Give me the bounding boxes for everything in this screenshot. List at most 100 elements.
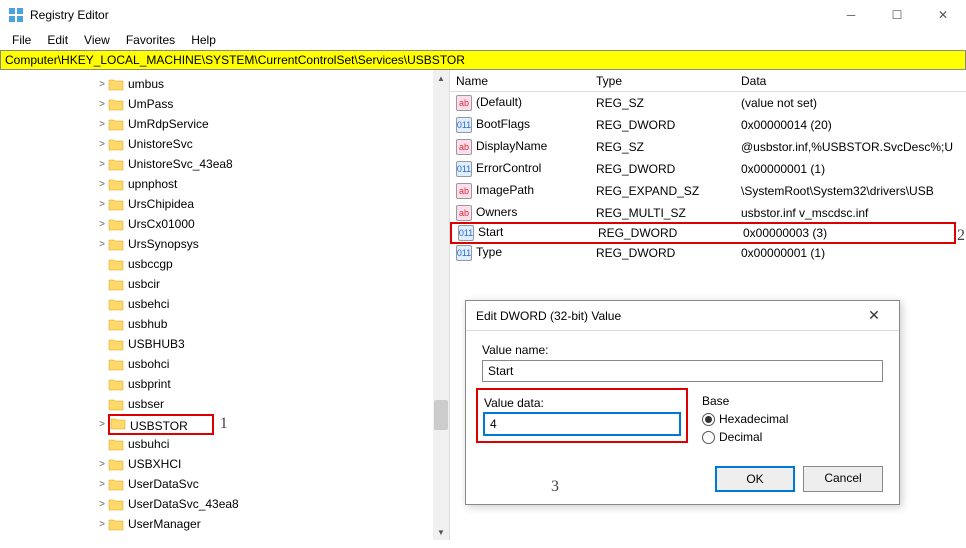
tree-item-label: usbehci (128, 297, 169, 311)
chevron-right-icon[interactable]: > (96, 479, 108, 490)
chevron-right-icon[interactable]: > (96, 519, 108, 530)
tree-item-label: UnistoreSvc_43ea8 (128, 157, 233, 171)
tree-item-umrdpservice[interactable]: >UmRdpService (0, 114, 449, 134)
tree-item-usbstor[interactable]: >USBSTOR1 (0, 414, 449, 434)
value-data: 0x00000003 (3) (737, 225, 954, 241)
chevron-right-icon[interactable]: > (96, 99, 108, 110)
chevron-right-icon[interactable]: > (96, 79, 108, 90)
tree-item-usbser[interactable]: usbser (0, 394, 449, 414)
tree-item-usbhub3[interactable]: USBHUB3 (0, 334, 449, 354)
value-data: 0x00000001 (1) (735, 245, 966, 261)
tree-item-urscx01000[interactable]: >UrsCx01000 (0, 214, 449, 234)
folder-icon (108, 397, 124, 411)
tree-item-usbcir[interactable]: usbcir (0, 274, 449, 294)
ok-button[interactable]: OK (715, 466, 795, 492)
chevron-right-icon[interactable]: > (96, 159, 108, 170)
tree-item-umpass[interactable]: > UmPass (0, 94, 449, 114)
address-bar[interactable]: Computer\HKEY_LOCAL_MACHINE\SYSTEM\Curre… (0, 50, 966, 70)
value-type: REG_DWORD (590, 117, 735, 133)
close-button[interactable]: ✕ (920, 0, 966, 30)
menu-help[interactable]: Help (183, 31, 224, 49)
scroll-thumb[interactable] (434, 400, 448, 430)
value-name-label: Value name: (482, 343, 883, 357)
tree-item-usbxhci[interactable]: >USBXHCI (0, 454, 449, 474)
tree-item-label: UserDataSvc_43ea8 (128, 497, 239, 511)
dialog-title-text: Edit DWORD (32-bit) Value (476, 309, 859, 323)
minimize-button[interactable]: ─ (828, 0, 874, 30)
tree-item-usbccgp[interactable]: usbccgp (0, 254, 449, 274)
tree-item-upnphost[interactable]: >upnphost (0, 174, 449, 194)
value-type-icon: ab (456, 183, 472, 199)
tree-item-unistoresvc_43ea8[interactable]: > UnistoreSvc_43ea8 (0, 154, 449, 174)
scroll-down-icon[interactable]: ▼ (433, 524, 449, 540)
folder-icon (108, 257, 124, 271)
menu-view[interactable]: View (76, 31, 118, 49)
value-data: 0x00000001 (1) (735, 161, 966, 177)
chevron-right-icon[interactable]: > (96, 179, 108, 190)
value-name-input[interactable] (482, 360, 883, 382)
value-row-displayname[interactable]: abDisplayNameREG_SZ@usbstor.inf,%USBSTOR… (450, 136, 966, 158)
folder-icon (108, 317, 124, 331)
tree-scrollbar[interactable]: ▲ ▼ (433, 70, 449, 540)
tree-item-label: USBHUB3 (128, 337, 185, 351)
value-row-owners[interactable]: abOwnersREG_MULTI_SZusbstor.inf v_mscdsc… (450, 202, 966, 224)
folder-icon (108, 237, 124, 251)
menu-edit[interactable]: Edit (39, 31, 76, 49)
window-controls: ─ ☐ ✕ (828, 0, 966, 30)
tree-item-label: usbccgp (128, 257, 173, 271)
chevron-right-icon[interactable]: > (96, 219, 108, 230)
tree-item-usbehci[interactable]: usbehci (0, 294, 449, 314)
value-row-default[interactable]: ab(Default)REG_SZ(value not set) (450, 92, 966, 114)
value-type: REG_DWORD (590, 245, 735, 261)
chevron-right-icon[interactable]: > (96, 139, 108, 150)
window-title: Registry Editor (30, 8, 958, 22)
value-row-errorcontrol[interactable]: 011ErrorControlREG_DWORD0x00000001 (1) (450, 158, 966, 180)
menu-favorites[interactable]: Favorites (118, 31, 183, 49)
tree-item-label: UmPass (128, 97, 173, 111)
tree-item-label: usbohci (128, 357, 169, 371)
value-data: 0x00000014 (20) (735, 117, 966, 133)
tree-item-usbhub[interactable]: usbhub (0, 314, 449, 334)
cancel-button[interactable]: Cancel (803, 466, 883, 492)
value-row-bootflags[interactable]: 011BootFlagsREG_DWORD0x00000014 (20) (450, 114, 966, 136)
chevron-right-icon[interactable]: > (96, 239, 108, 250)
folder-icon (108, 297, 124, 311)
dialog-body: Value name: Value data: Base Hexadecimal (466, 331, 899, 504)
dialog-close-button[interactable]: ✕ (859, 307, 889, 324)
tree-item-unistoresvc[interactable]: >UnistoreSvc (0, 134, 449, 154)
chevron-right-icon[interactable]: > (96, 199, 108, 210)
chevron-right-icon[interactable]: > (96, 419, 108, 430)
folder-icon (108, 217, 124, 231)
folder-icon (108, 137, 124, 151)
chevron-right-icon[interactable]: > (96, 459, 108, 470)
tree-item-urssynopsys[interactable]: >UrsSynopsys (0, 234, 449, 254)
tree-item-label: usbuhci (128, 437, 169, 451)
menu-file[interactable]: File (4, 31, 39, 49)
tree-item-umbus[interactable]: >umbus (0, 74, 449, 94)
tree-item-urschipidea[interactable]: >UrsChipidea (0, 194, 449, 214)
value-row-type[interactable]: 011TypeREG_DWORD0x00000001 (1) (450, 242, 966, 264)
radio-hexadecimal[interactable]: Hexadecimal (702, 412, 883, 426)
col-type-header[interactable]: Type (590, 72, 735, 90)
col-data-header[interactable]: Data (735, 72, 966, 90)
chevron-right-icon[interactable]: > (96, 499, 108, 510)
maximize-button[interactable]: ☐ (874, 0, 920, 30)
tree-item-usbuhci[interactable]: usbuhci (0, 434, 449, 454)
value-row-start[interactable]: 011StartREG_DWORD0x00000003 (3) (450, 222, 956, 244)
tree-item-usbohci[interactable]: usbohci (0, 354, 449, 374)
value-data-input[interactable] (484, 413, 680, 435)
tree-item-userdatasvc_43ea8[interactable]: > UserDataSvc_43ea8 (0, 494, 449, 514)
radio-decimal[interactable]: Decimal (702, 430, 883, 444)
col-name-header[interactable]: Name (450, 72, 590, 90)
folder-icon (108, 357, 124, 371)
value-row-imagepath[interactable]: abImagePathREG_EXPAND_SZ\SystemRoot\Syst… (450, 180, 966, 202)
tree-item-userdatasvc[interactable]: >UserDataSvc (0, 474, 449, 494)
value-type: REG_MULTI_SZ (590, 205, 735, 221)
dialog-titlebar[interactable]: Edit DWORD (32-bit) Value ✕ (466, 301, 899, 331)
tree-item-usbprint[interactable]: usbprint (0, 374, 449, 394)
tree-item-usermanager[interactable]: >UserManager (0, 514, 449, 534)
value-type: REG_SZ (590, 139, 735, 155)
folder-icon (108, 457, 124, 471)
chevron-right-icon[interactable]: > (96, 119, 108, 130)
scroll-up-icon[interactable]: ▲ (433, 70, 449, 86)
